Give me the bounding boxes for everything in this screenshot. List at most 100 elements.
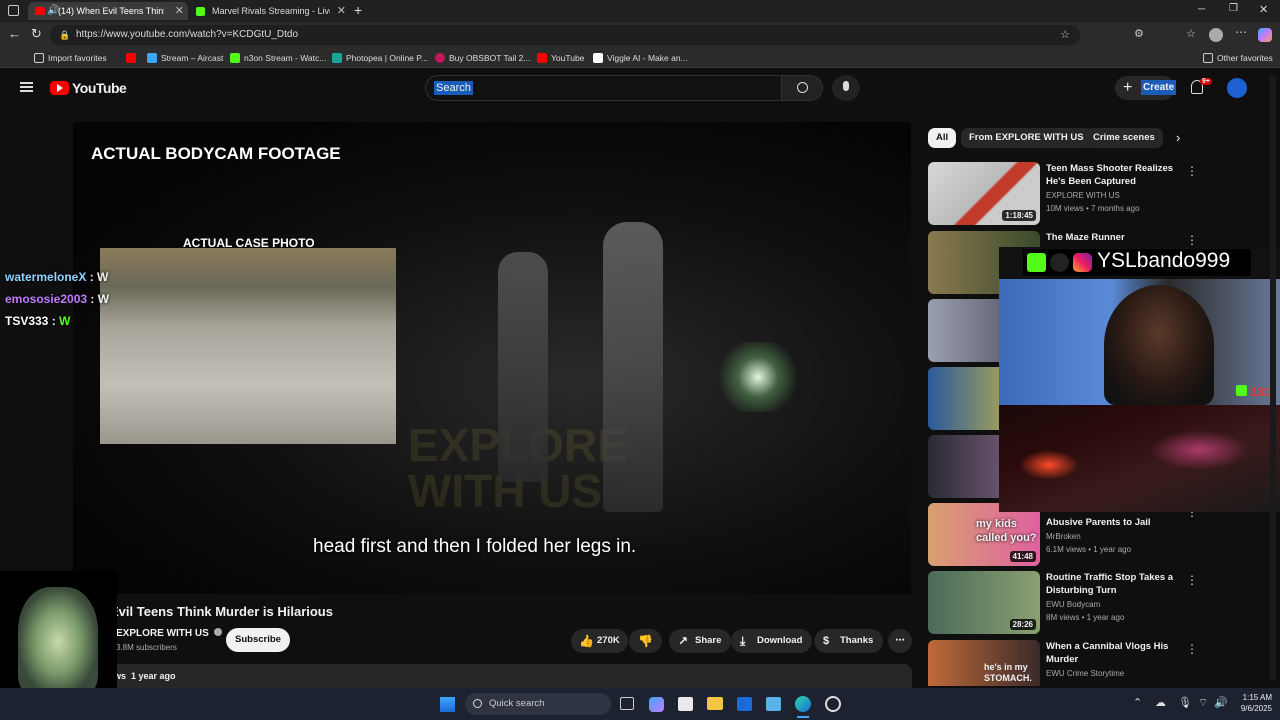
edge-browser-icon[interactable] (795, 696, 811, 712)
rec-channel: EXPLORE WITH US (1046, 191, 1120, 200)
channel-name[interactable]: EXPLORE WITH US (116, 628, 222, 639)
account-avatar[interactable] (1227, 78, 1247, 98)
rec-title: Routine Traffic Stop Takes a Disturbing … (1046, 572, 1174, 596)
task-view-icon[interactable] (620, 697, 634, 710)
network-icon[interactable]: ☁ (1155, 696, 1166, 709)
bookmark-youtube[interactable]: YouTube (537, 51, 584, 65)
photopea-icon (332, 53, 342, 63)
rec-title: Teen Mass Shooter Realizes He's Been Cap… (1046, 163, 1174, 187)
favorites-icon[interactable]: ☆ (1186, 27, 1196, 40)
microphone-tray-icon[interactable]: 🎙 (1178, 696, 1192, 709)
extensions-icon[interactable]: ⚙ (1134, 27, 1144, 40)
more-vert-icon[interactable]: ⋮ (1186, 164, 1198, 178)
rec-meta: 8M views • 1 year ago (1046, 613, 1125, 622)
filter-chip-crime-scenes[interactable]: Crime scenes (1085, 128, 1163, 148)
video-subtitle: head first and then I folded her legs in… (313, 536, 637, 557)
filter-chip-all[interactable]: All (928, 128, 957, 148)
maximize-icon[interactable]: ❐ (1229, 3, 1238, 14)
download-button[interactable]: ⤓ Download (731, 629, 813, 653)
thumb-text: my kids called you? (976, 518, 1037, 544)
video-title: Evil Teens Think Murder is Hilarious (110, 604, 333, 619)
hamburger-menu-icon[interactable] (20, 82, 33, 92)
video-thumbnail[interactable]: my kids called you? 41:48 (928, 503, 1040, 566)
filter-chip-channel[interactable]: From EXPLORE WITH US (961, 128, 1092, 148)
refresh-icon[interactable]: ↻ (31, 26, 42, 42)
bookmark-other-favorites[interactable]: Other favorites (1203, 51, 1273, 65)
copilot-app-icon[interactable] (649, 697, 664, 712)
youtube-favicon-icon (35, 7, 45, 15)
subscriber-count: 3.8M subscribers (116, 643, 177, 652)
more-vert-icon[interactable]: ⋮ (1186, 573, 1198, 587)
search-input[interactable]: Search (425, 75, 782, 101)
speaker-icon[interactable]: 🔊 (47, 2, 59, 20)
folder-icon (34, 53, 44, 63)
taskbar-search-input[interactable]: Quick search (465, 693, 611, 715)
dislike-button[interactable]: 👎 (629, 629, 662, 653)
minimize-icon[interactable]: ─ (1198, 4, 1205, 15)
browser-tab-bar: 🔊 (14) When Evil Teens Think M ✕ Marvel … (0, 0, 1280, 22)
file-explorer-icon[interactable] (707, 697, 723, 710)
aircast-icon (147, 53, 157, 63)
tab-marvel-rivals[interactable]: Marvel Rivals Streaming - Live Str ✕ (190, 2, 350, 20)
list-item[interactable]: he's in my STOMACH. When a Cannibal Vlog… (928, 640, 1258, 686)
more-actions-button[interactable]: ⋯ (888, 629, 912, 653)
plus-icon: + (1123, 79, 1133, 96)
create-button[interactable]: + Create (1115, 76, 1177, 100)
thanks-button[interactable]: $ Thanks (814, 629, 884, 653)
list-item[interactable]: my kids called you? 41:48 When Kids Send… (928, 503, 1258, 567)
description-box[interactable]: ws 1 year ago (104, 664, 912, 688)
store-icon[interactable] (678, 697, 693, 711)
back-icon[interactable]: ← (8, 26, 21, 41)
bookmark-photopea[interactable]: Photopea | Online P... (332, 51, 428, 65)
share-button[interactable]: ↗ Share (669, 629, 732, 653)
duration-badge: 28:26 (1009, 619, 1036, 630)
windows-taskbar: Quick search ⌃ ☁ 🎙 ⌔ 🔊 1:15 AM 9/6/2025 (0, 688, 1280, 720)
share-icon: ↗ (678, 634, 689, 648)
bookmark-import-favorites[interactable]: Import favorites (34, 51, 107, 65)
volume-icon[interactable]: 🔊 (1214, 696, 1228, 709)
tray-chevron-icon[interactable]: ⌃ (1133, 696, 1142, 709)
rec-channel: MrBroken (1046, 532, 1081, 541)
window-menu-icon[interactable] (8, 5, 19, 16)
more-vert-icon[interactable]: ⋮ (1186, 233, 1198, 247)
favorite-star-icon[interactable]: ☆ (1060, 25, 1070, 45)
voice-search-button[interactable] (832, 75, 860, 101)
outlook-icon[interactable] (737, 697, 752, 711)
url-input[interactable]: 🔒 https://www.youtube.com/watch?v=KCDGtU… (50, 25, 1080, 45)
list-item[interactable]: 1:18:45 Teen Mass Shooter Realizes He's … (928, 162, 1258, 226)
search-button[interactable] (781, 75, 823, 101)
more-menu-icon[interactable]: ⋯ (1235, 25, 1247, 39)
duration-badge: 41:48 (1009, 551, 1036, 562)
close-tab-icon[interactable]: ✕ (337, 2, 346, 20)
subscribe-button[interactable]: Subscribe (226, 628, 290, 652)
rec-channel: EWU Bodycam (1046, 600, 1101, 609)
video-thumbnail[interactable]: 1:18:45 (928, 162, 1040, 225)
video-player[interactable]: EXPLORE WITH US ACTUAL BODYCAM FOOTAGE A… (73, 122, 911, 594)
more-vert-icon[interactable]: ⋮ (1186, 642, 1198, 656)
bookmark-obsbot[interactable]: Buy OBSBOT Tail 2... (435, 51, 530, 65)
bookmark-n3on[interactable]: n3on Stream - Watc... (230, 51, 326, 65)
video-thumbnail[interactable]: 28:26 (928, 571, 1040, 634)
duration-badge: 1:18:45 (1002, 210, 1036, 221)
url-text: https://www.youtube.com/watch?v=KCDGtU_D… (76, 29, 299, 40)
close-tab-icon[interactable]: ✕ (175, 2, 184, 20)
obs-icon[interactable] (825, 696, 841, 712)
new-tab-button[interactable]: + (354, 2, 362, 18)
like-button[interactable]: 👍 270K (571, 629, 628, 653)
photos-icon[interactable] (766, 697, 781, 711)
bookmark-viggle[interactable]: Viggle AI - Make an... (593, 51, 688, 65)
logo-text: YouTube (72, 80, 127, 96)
video-thumbnail[interactable]: he's in my STOMACH. (928, 640, 1040, 686)
windows-start-icon[interactable] (440, 697, 455, 712)
close-window-icon[interactable]: ✕ (1259, 3, 1268, 16)
chevron-right-icon[interactable]: › (1176, 130, 1180, 145)
list-item[interactable]: 28:26 Routine Traffic Stop Takes a Distu… (928, 571, 1258, 635)
copilot-icon[interactable] (1258, 28, 1272, 42)
bookmark-aircast[interactable]: Stream – Aircast (147, 51, 223, 65)
page-scrollbar[interactable] (1270, 75, 1276, 680)
rec-channel: EWU Crime Storytime (1046, 669, 1125, 678)
wifi-icon[interactable]: ⌔ (1198, 696, 1208, 710)
profile-avatar[interactable] (1209, 28, 1223, 42)
clock[interactable]: 1:15 AM 9/6/2025 (1230, 692, 1272, 714)
tab-youtube[interactable]: 🔊 (14) When Evil Teens Think M ✕ (28, 2, 188, 20)
